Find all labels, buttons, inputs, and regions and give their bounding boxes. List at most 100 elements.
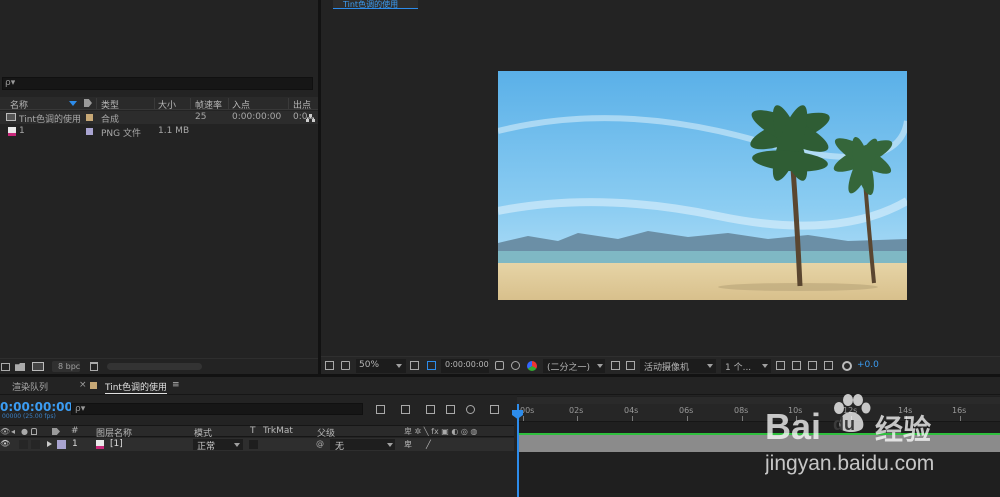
- composition-icon: [6, 113, 16, 121]
- chevron-down-icon: [396, 364, 402, 368]
- label-tag-icon[interactable]: [84, 99, 92, 107]
- column-in-point[interactable]: 入点: [232, 98, 250, 111]
- label-swatch[interactable]: [86, 128, 93, 135]
- project-column-header: 名称 类型 大小 帧速率 入点 出点: [0, 97, 318, 111]
- layer-row[interactable]: 👁 1 [1] 正常 @ 无 卑 ╱: [0, 438, 514, 452]
- column-size[interactable]: 大小: [158, 98, 176, 111]
- item-size: 1.1 MB: [158, 126, 190, 136]
- column-name[interactable]: 名称: [10, 98, 28, 111]
- pickwhip-icon[interactable]: @: [316, 439, 324, 448]
- resolution-grid-icon[interactable]: [410, 361, 419, 370]
- viewer-tab[interactable]: Tint色调的使用: [333, 0, 418, 9]
- exposure-value[interactable]: +0.0: [857, 360, 879, 370]
- expand-arrow-icon[interactable]: [47, 441, 52, 447]
- item-type: 合成: [101, 115, 120, 125]
- flowchart-icon[interactable]: [306, 114, 315, 122]
- motion-blur-icon[interactable]: [466, 405, 475, 414]
- project-footer: 8 bpc: [0, 358, 318, 374]
- ruler-label: 04s: [624, 406, 639, 415]
- search-icon: ρ▾: [75, 404, 86, 414]
- item-in-point: 0:00:00:00: [232, 112, 282, 122]
- watermark-url: jingyan.baidu.com: [765, 452, 935, 475]
- comp-mini-flowchart-icon[interactable]: [376, 405, 385, 414]
- menu-icon[interactable]: ≡: [172, 380, 180, 390]
- reset-exposure-icon[interactable]: [792, 361, 801, 370]
- flowchart-icon[interactable]: [824, 361, 833, 370]
- watermark-cn: 经验: [875, 413, 932, 446]
- new-composition-icon[interactable]: [32, 362, 44, 371]
- column-number[interactable]: #: [71, 426, 79, 436]
- views-dropdown[interactable]: 1 个...: [725, 360, 751, 373]
- lock-icon[interactable]: [31, 428, 37, 435]
- interpret-footage-icon[interactable]: [1, 363, 10, 371]
- switches-icon[interactable]: 卑 ✲ ╲ fx ▣ ◐ ◎ ◍: [404, 426, 477, 437]
- tab-render-queue[interactable]: 渲染队列: [12, 380, 48, 393]
- item-name: Tint色调的使用: [19, 115, 81, 125]
- new-folder-icon[interactable]: [15, 363, 25, 371]
- watermark-du: du: [833, 414, 855, 434]
- always-preview-icon[interactable]: [325, 361, 334, 370]
- exposure-icon[interactable]: [842, 361, 852, 371]
- transparency-grid-icon[interactable]: [611, 361, 620, 370]
- column-trkmat[interactable]: TrkMat: [263, 426, 293, 436]
- column-framerate[interactable]: 帧速率: [195, 98, 222, 111]
- fast-preview-icon[interactable]: [626, 361, 635, 370]
- video-eye-icon[interactable]: 👁: [0, 427, 10, 436]
- close-icon[interactable]: ×: [79, 380, 87, 390]
- column-t[interactable]: T: [250, 426, 256, 436]
- frame-info: 00000 (25.00 fps): [2, 413, 56, 420]
- timeline-icon[interactable]: [808, 361, 817, 370]
- column-out-point[interactable]: 出点: [293, 98, 311, 111]
- chevron-down-icon: [234, 443, 240, 447]
- sort-arrow-icon[interactable]: [69, 101, 77, 106]
- composition-frame[interactable]: [498, 71, 907, 300]
- preserve-transparency-checkbox[interactable]: [249, 440, 258, 449]
- lock-checkbox[interactable]: [31, 440, 40, 449]
- eye-icon[interactable]: 👁: [0, 439, 10, 448]
- solo-icon[interactable]: ●: [21, 427, 28, 436]
- zoom-dropdown[interactable]: 50%: [359, 360, 379, 370]
- chevron-down-icon: [707, 364, 713, 368]
- shy-switch-icon[interactable]: 卑: [404, 439, 412, 450]
- bpc-toggle[interactable]: 8 bpc: [58, 362, 80, 371]
- project-item-comp[interactable]: Tint色调的使用 合成 25 0:00:00:00 0:0: [0, 111, 318, 125]
- trash-icon[interactable]: [90, 362, 98, 371]
- color-channels-icon[interactable]: [527, 361, 537, 371]
- draft-3d-icon[interactable]: [401, 405, 410, 414]
- layer-number: 1: [72, 439, 78, 449]
- project-item-png[interactable]: 1 PNG 文件 1.1 MB: [0, 125, 318, 139]
- timeline-search-input[interactable]: ρ▾: [71, 403, 363, 415]
- region-of-interest-icon[interactable]: [427, 361, 436, 370]
- monitor-icon[interactable]: [341, 361, 350, 370]
- layer-label-swatch[interactable]: [57, 440, 66, 449]
- show-snapshot-icon[interactable]: [511, 361, 520, 370]
- ruler-label: 02s: [569, 406, 584, 415]
- watermark-bai: Bai: [765, 406, 822, 447]
- project-search-input[interactable]: ρ▾: [2, 77, 313, 90]
- current-time-display[interactable]: 0:00:00:00: [0, 400, 73, 414]
- toggle-pixel-aspect-icon[interactable]: [776, 361, 785, 370]
- mode-dropdown[interactable]: 正常: [197, 439, 215, 452]
- quality-switch-icon[interactable]: ╱: [426, 440, 431, 449]
- column-type[interactable]: 类型: [101, 98, 119, 111]
- solo-checkbox[interactable]: [19, 440, 28, 449]
- audio-icon[interactable]: ◂: [11, 427, 15, 436]
- label-tag-icon[interactable]: [52, 428, 60, 435]
- shy-layers-icon[interactable]: [426, 405, 435, 414]
- tab-comp[interactable]: Tint色调的使用: [105, 380, 167, 394]
- label-swatch[interactable]: [86, 114, 93, 121]
- png-file-icon: [8, 127, 16, 136]
- frame-blending-icon[interactable]: [446, 405, 455, 414]
- parent-dropdown[interactable]: 无: [335, 439, 344, 452]
- viewer-timecode[interactable]: 0:00:00:00: [445, 360, 489, 369]
- snapshot-camera-icon[interactable]: [495, 361, 504, 370]
- item-framerate: 25: [195, 112, 207, 122]
- project-scrollbar[interactable]: [107, 363, 202, 370]
- layer-name[interactable]: [1]: [110, 439, 123, 449]
- camera-dropdown[interactable]: 活动摄像机: [644, 360, 689, 373]
- graph-editor-icon[interactable]: [490, 405, 499, 414]
- ruler-label: 08s: [734, 406, 749, 415]
- chevron-down-icon: [762, 364, 768, 368]
- chevron-down-icon: [597, 364, 603, 368]
- resolution-dropdown[interactable]: (二分之一): [547, 360, 590, 373]
